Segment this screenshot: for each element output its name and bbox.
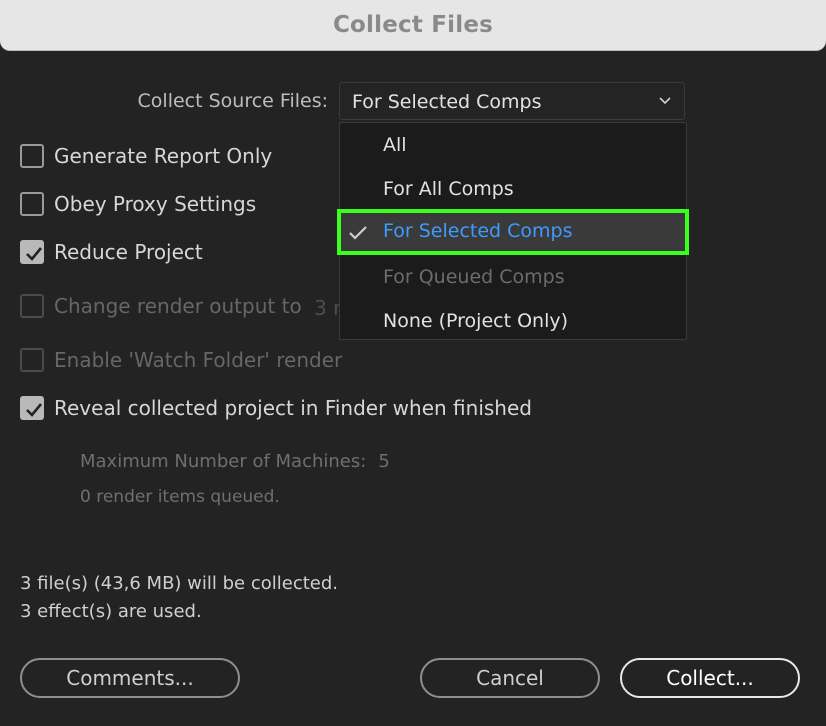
reduce-project-label: Reduce Project (54, 240, 203, 264)
files-summary: 3 file(s) (43,6 MB) will be collected. (20, 573, 339, 594)
title-bar: Collect Files (0, 0, 826, 51)
menu-item-label: For Selected Comps (383, 220, 573, 242)
reduce-project-option[interactable]: Reduce Project (20, 237, 203, 267)
menu-item-none-project-only[interactable]: None (Project Only) (340, 302, 686, 342)
queued-items-text: 0 render items queued. (80, 487, 280, 507)
watch-folder-label: Enable 'Watch Folder' render (54, 348, 343, 372)
max-machines-label: Maximum Number of Machines: (80, 451, 367, 472)
obey-proxy-label: Obey Proxy Settings (54, 192, 257, 216)
menu-item-for-all-comps[interactable]: For All Comps (340, 170, 686, 210)
chevron-down-icon (659, 97, 671, 105)
effects-summary: 3 effect(s) are used. (20, 601, 202, 622)
menu-item-for-queued-comps: For Queued Comps (340, 258, 686, 298)
checkmark-icon (26, 403, 43, 417)
menu-item-label: For All Comps (383, 178, 514, 200)
menu-item-label: None (Project Only) (383, 310, 568, 332)
generate-report-option[interactable]: Generate Report Only (20, 141, 272, 171)
comments-button[interactable]: Comments... (20, 658, 240, 698)
max-machines-row: Maximum Number of Machines: 5 (80, 451, 390, 472)
menu-item-all[interactable]: All (340, 126, 686, 166)
obey-proxy-option[interactable]: Obey Proxy Settings (20, 189, 256, 219)
collect-source-label: Collect Source Files: (137, 90, 328, 112)
reveal-finder-checkbox[interactable] (20, 396, 44, 420)
change-render-option: Change render output to (20, 291, 302, 321)
generate-report-label: Generate Report Only (54, 144, 273, 168)
collect-source-select[interactable]: For Selected Comps (339, 82, 685, 120)
max-machines-value: 5 (378, 451, 390, 472)
change-render-label: Change render output to (54, 294, 302, 318)
cancel-button[interactable]: Cancel (420, 658, 600, 698)
window-title: Collect Files (332, 12, 494, 38)
obey-proxy-checkbox[interactable] (20, 192, 44, 216)
collect-source-dropdown: All For All Comps For Selected Comps For… (337, 122, 689, 342)
menu-item-label: For Queued Comps (383, 266, 565, 288)
collect-source-value: For Selected Comps (352, 91, 542, 113)
reduce-project-checkbox[interactable] (20, 240, 44, 264)
checkmark-icon (26, 247, 43, 261)
checkmark-icon (349, 226, 367, 240)
menu-item-label: All (383, 134, 407, 156)
watch-folder-option: Enable 'Watch Folder' render (20, 345, 342, 375)
watch-folder-checkbox (20, 348, 44, 372)
generate-report-checkbox[interactable] (20, 144, 44, 168)
menu-item-for-selected-comps[interactable]: For Selected Comps (337, 209, 689, 255)
reveal-finder-option[interactable]: Reveal collected project in Finder when … (20, 393, 532, 423)
collect-button[interactable]: Collect... (620, 658, 800, 698)
change-render-checkbox (20, 294, 44, 318)
render-output-value: 3 r (314, 296, 342, 320)
reveal-finder-label: Reveal collected project in Finder when … (54, 396, 532, 420)
